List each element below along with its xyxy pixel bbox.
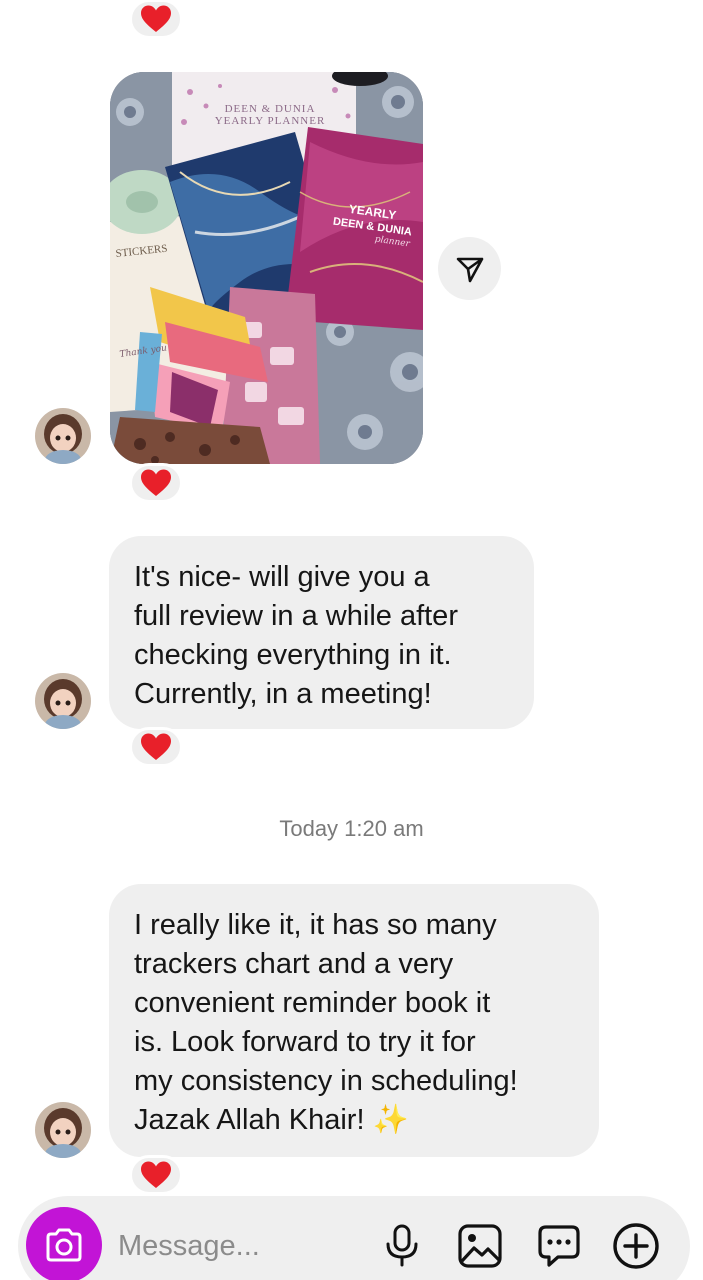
reaction-heart-message-2[interactable] [129, 1155, 183, 1195]
chat-screen: DEEN & DUNIA YEARLY PLANNER STICKERS YEA… [0, 0, 703, 1280]
message-bubble[interactable]: It's nice- will give you a full review i… [109, 536, 534, 729]
sticker-chat-icon [538, 1225, 580, 1267]
message-bubble[interactable]: I really like it, it has so many tracker… [109, 884, 599, 1157]
voice-message-button[interactable] [378, 1222, 426, 1270]
reaction-heart-top[interactable] [129, 0, 183, 39]
avatar[interactable] [35, 673, 91, 729]
avatar-image [35, 1102, 91, 1158]
heart-icon [141, 733, 171, 760]
more-button[interactable] [612, 1222, 660, 1270]
avatar-image [35, 408, 91, 464]
timestamp: Today 1:20 am [279, 816, 424, 841]
avatar[interactable] [35, 408, 91, 464]
message-input[interactable] [118, 1224, 358, 1268]
planner-back-title-2: YEARLY PLANNER [215, 115, 326, 127]
planner-photo-image: DEEN & DUNIA YEARLY PLANNER STICKERS YEA… [110, 72, 423, 464]
plus-circle-icon [613, 1223, 659, 1269]
sticker-button[interactable] [535, 1222, 583, 1270]
reaction-heart-message-1[interactable] [129, 727, 183, 767]
camera-icon [46, 1228, 82, 1262]
camera-button[interactable] [26, 1207, 102, 1280]
microphone-icon [386, 1224, 418, 1267]
heart-icon [141, 1161, 171, 1188]
heart-icon [141, 5, 171, 32]
avatar[interactable] [35, 1102, 91, 1158]
shared-photo[interactable]: DEEN & DUNIA YEARLY PLANNER STICKERS YEA… [110, 72, 423, 464]
gallery-icon [458, 1224, 502, 1268]
heart-icon [141, 469, 171, 496]
planner-back-title-1: DEEN & DUNIA [225, 103, 316, 115]
send-icon [456, 257, 483, 282]
forward-button[interactable] [438, 237, 501, 300]
gallery-button[interactable] [456, 1222, 504, 1270]
avatar-image [35, 673, 91, 729]
reaction-heart-photo[interactable] [129, 463, 183, 503]
